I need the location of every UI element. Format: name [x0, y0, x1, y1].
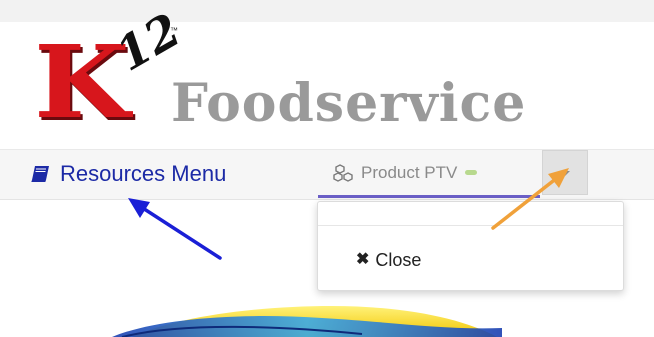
- partial-banner-image: [112, 306, 502, 337]
- dropdown-divider: [318, 225, 623, 226]
- navbar: Resources Menu Product PTV: [0, 149, 654, 200]
- caret-down-icon: [560, 171, 570, 176]
- resources-menu-link[interactable]: Resources Menu: [30, 160, 226, 188]
- tab-product-label: Product PTV: [361, 162, 458, 182]
- times-icon: ✖: [356, 251, 370, 268]
- top-strip: [0, 0, 654, 22]
- tab-status-badge: [465, 170, 478, 175]
- dropdown-menu: ✖ Close: [317, 201, 624, 291]
- dropdown-toggle-button[interactable]: [542, 150, 588, 195]
- k12-logo: K 12 ™ Foodservice: [28, 3, 548, 136]
- book-icon: [31, 166, 49, 182]
- logo-trademark: ™: [170, 26, 178, 35]
- menu-item-close[interactable]: ✖ Close: [356, 248, 421, 272]
- resources-menu-label: Resources Menu: [60, 161, 227, 186]
- blue-arrow: [128, 198, 222, 260]
- cubes-icon: [333, 163, 353, 182]
- logo-foodservice: Foodservice: [171, 73, 527, 134]
- page: K 12 ™ Foodservice Resources Menu Produc…: [0, 0, 654, 337]
- menu-item-close-label: Close: [375, 249, 422, 270]
- tab-product-ptv[interactable]: Product PTV: [318, 150, 540, 198]
